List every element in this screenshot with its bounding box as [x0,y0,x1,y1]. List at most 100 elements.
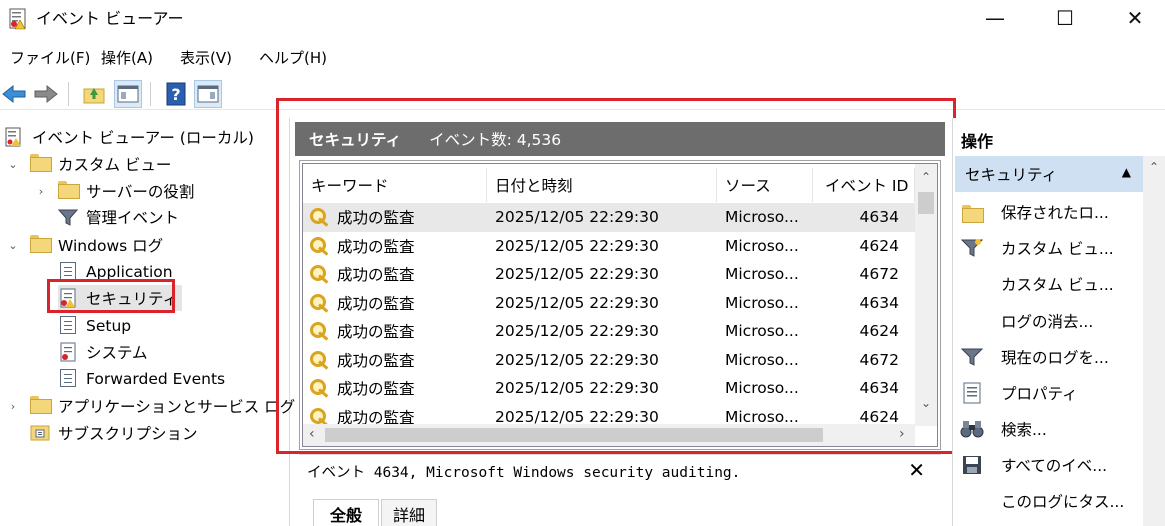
vertical-scrollbar[interactable]: ⌃ ⌄ [915,164,937,426]
row-datetime: 2025/12/05 22:29:30 [495,208,659,226]
toolbar-separator [68,82,69,106]
actions-section-security[interactable]: セキュリティ ▲ [955,156,1143,192]
column-event-id[interactable]: イベント ID [813,168,915,202]
event-list-frame: キーワード 日付と時刻 ソース イベント ID 成功の監査 2025/12/05… [299,160,941,450]
tree-item-apps-services[interactable]: アプリケーションとサービス ログ [30,393,295,419]
actions-title: 操作 [961,132,994,151]
minimize-button[interactable]: — [972,0,1018,36]
actions-pane: 操作 セキュリティ ▲ 保存されたロ... カスタム ビュ... カスタム ビュ… [952,118,1165,526]
action-open-saved-log[interactable]: 保存されたロ... [955,194,1143,230]
action-filter-current-log[interactable]: 現在のログを... [955,339,1143,375]
row-event-id: 4624 [859,236,899,255]
chevron-down-icon[interactable]: ⌄ [6,157,20,171]
system-log-icon [58,342,78,362]
row-keyword: 成功の監査 [337,380,415,398]
folder-icon [30,396,50,416]
scroll-up-icon[interactable]: ⌃ [1149,160,1159,174]
row-datetime: 2025/12/05 22:29:30 [495,265,659,283]
actions-scrollbar[interactable]: ⌃ [1143,156,1165,526]
table-row[interactable]: 成功の監査 2025/12/05 22:29:30 Microso... 467… [303,260,915,289]
tree-label: Application [86,263,173,281]
tree-label: システム [86,344,148,362]
row-keyword: 成功の監査 [337,237,415,256]
tree-item-admin-events[interactable]: 管理イベント [57,204,180,230]
tab-general[interactable]: 全般 [313,499,379,526]
table-row[interactable]: 成功の監査 2025/12/05 22:29:30 Microso... 467… [303,346,915,375]
action-properties[interactable]: プロパティ [955,375,1143,411]
menu-bar: ファイル(F) 操作(A) 表示(V) ヘルプ(H) [0,44,1165,72]
scroll-down-icon[interactable]: ⌄ [921,396,931,410]
tree-item-custom-views[interactable]: カスタム ビュー [30,151,171,177]
row-source: Microso... [725,350,799,369]
table-row[interactable]: 成功の監査 2025/12/05 22:29:30 Microso... 462… [303,232,915,261]
column-datetime[interactable]: 日付と時刻 [487,168,717,202]
row-keyword: 成功の監査 [337,294,415,313]
table-row[interactable]: 成功の監査 2025/12/05 22:29:30 Microso... 463… [303,203,915,232]
scroll-left-icon[interactable]: ‹ [309,426,315,442]
action-attach-task[interactable]: このログにタス... [955,483,1143,519]
tree-item-setup[interactable]: Setup [58,313,131,339]
tree-item-application[interactable]: Application [58,259,173,285]
chevron-right-icon[interactable]: › [6,399,20,413]
column-keyword[interactable]: キーワード [303,168,487,202]
show-hide-action-pane-icon[interactable] [194,80,222,108]
help-icon[interactable]: ? [162,80,190,108]
chevron-right-icon[interactable]: › [34,184,48,198]
filter-icon [955,339,989,375]
scroll-up-icon[interactable]: ⌃ [921,170,931,184]
table-row[interactable]: 成功の監査 2025/12/05 22:29:30 Microso... 463… [303,289,915,318]
action-create-custom-view[interactable]: カスタム ビュ... [955,230,1143,266]
action-clear-log[interactable]: ログの消去... [955,303,1143,339]
detail-title: イベント 4634, Microsoft Windows security au… [307,465,741,481]
action-find[interactable]: 検索... [955,411,1143,447]
row-event-id: 4634 [859,293,899,312]
key-icon [309,207,331,227]
scroll-right-icon[interactable]: › [899,426,905,442]
tab-details[interactable]: 詳細 [381,499,437,526]
tree-label: 管理イベント [86,209,180,227]
tree-label: サブスクリプション [58,425,198,443]
folder-icon [58,181,78,201]
scroll-thumb[interactable] [918,192,934,214]
tree-item-forwarded-events[interactable]: Forwarded Events [58,366,225,392]
tree-item-windows-logs[interactable]: Windows ログ [30,232,163,258]
show-hide-tree-icon[interactable] [114,80,142,108]
log-icon [58,369,78,389]
tree-label: アプリケーションとサービス ログ [58,398,296,416]
tree-item-root[interactable]: イベント ビューアー (ローカル) [4,124,254,150]
close-button[interactable]: ✕ [1112,0,1158,36]
horizontal-scrollbar[interactable]: ‹ › [303,424,915,446]
tree-item-system[interactable]: システム [58,339,148,365]
key-icon [309,236,331,256]
tree-label: Forwarded Events [86,370,226,388]
close-icon[interactable]: ✕ [908,458,925,482]
tree-item-server-roles[interactable]: サーバーの役割 [58,178,194,204]
menu-view[interactable]: 表示(V) [180,48,232,68]
column-source[interactable]: ソース [717,168,813,202]
action-import-custom-view[interactable]: カスタム ビュ... [955,266,1143,302]
menu-file[interactable]: ファイル(F) [10,48,90,68]
back-arrow-icon[interactable] [0,80,28,108]
forward-arrow-icon[interactable] [32,80,60,108]
event-viewer-app-icon [8,8,28,30]
menu-action[interactable]: 操作(A) [101,48,153,68]
table-row[interactable]: 成功の監査 2025/12/05 22:29:30 Microso... 462… [303,317,915,346]
chevron-down-icon[interactable]: ⌄ [6,238,20,252]
table-row[interactable]: 成功の監査 2025/12/05 22:29:30 Microso... 463… [303,374,915,403]
collapse-triangle-icon[interactable]: ▲ [1122,165,1131,179]
up-folder-icon[interactable] [80,80,108,108]
tree-item-security[interactable]: セキュリティ [58,285,183,311]
maximize-button[interactable]: ☐ [1042,0,1088,36]
menu-help[interactable]: ヘルプ(H) [259,48,327,68]
tree-item-subscriptions[interactable]: サブスクリプション [30,420,198,446]
security-log-icon [58,288,78,308]
tree-label: セキュリティ [86,290,179,308]
svg-text:?: ? [171,85,180,104]
action-save-all-events[interactable]: すべてのイベ... [955,447,1143,483]
scroll-thumb[interactable] [325,428,823,442]
event-count: イベント数: 4,536 [429,131,562,149]
key-icon [309,293,331,313]
window-title: イベント ビューアー [36,9,184,28]
row-source: Microso... [725,208,799,226]
row-event-id: 4672 [859,350,899,369]
